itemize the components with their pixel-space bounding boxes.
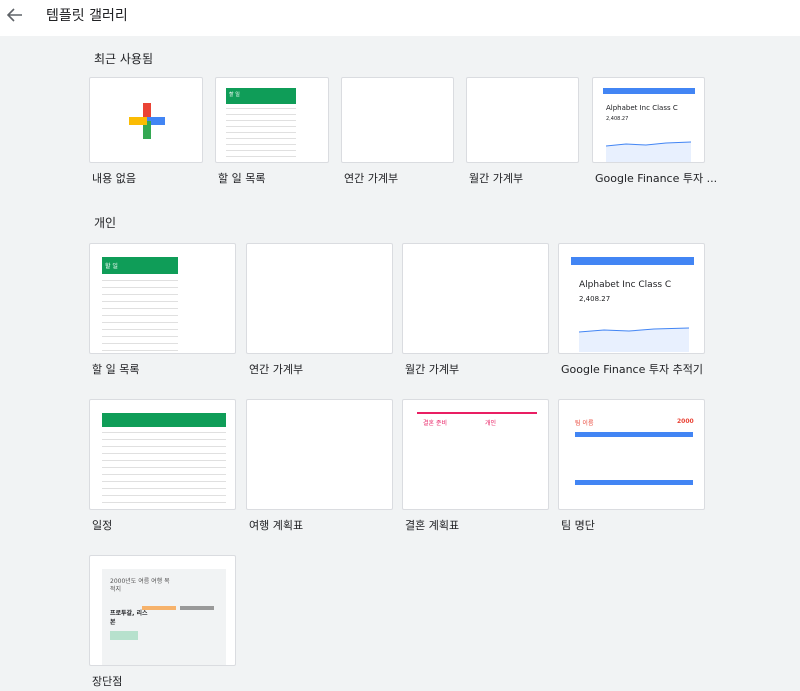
plus-icon: [129, 103, 165, 139]
top-bar: 템플릿 갤러리: [0, 0, 800, 36]
template-label: 연간 가계부: [249, 363, 304, 376]
wedding-thumb-left: 결혼 준비: [423, 420, 447, 427]
template-label: 내용 없음: [92, 172, 136, 185]
team-thumb-title: 팀 이름: [575, 420, 594, 427]
team-thumb-year: 2000: [677, 418, 694, 425]
back-arrow-icon[interactable]: [4, 5, 26, 25]
todo-thumb-title: 할 일: [105, 263, 118, 270]
template-card-travel-planner[interactable]: [246, 399, 393, 510]
todo-thumb-title: 할 일: [229, 92, 240, 98]
template-label: 할 일 목록: [218, 172, 266, 185]
template-label: Google Finance 투자 추적기: [561, 363, 703, 376]
section-recent-heading: 최근 사용됨: [94, 52, 154, 66]
template-card-annual-budget[interactable]: [246, 243, 393, 354]
proscons-thumb-title: 2000년도 여름 여행 목적지: [110, 578, 170, 593]
proscons-thumb-a: 프로투갈, 리스본: [110, 610, 148, 626]
template-card-finance[interactable]: Alphabet Inc Class C 2,408.27: [592, 77, 705, 163]
template-card-todo[interactable]: 할 일: [89, 243, 236, 354]
finance-thumb-name: Alphabet Inc Class C: [579, 280, 672, 290]
template-card-team-roster[interactable]: 팀 이름 2000: [558, 399, 705, 510]
template-card-wedding-planner[interactable]: 결혼 준비 개인: [402, 399, 549, 510]
finance-thumb-price: 2,408.27: [606, 116, 629, 122]
page-title: 템플릿 갤러리: [46, 8, 128, 24]
template-card-monthly-budget[interactable]: [402, 243, 549, 354]
section-personal-heading: 개인: [94, 216, 117, 230]
template-card-todo[interactable]: 할 일: [215, 77, 329, 163]
template-label: 월간 가계부: [469, 172, 524, 185]
todo-header: 할 일: [226, 88, 296, 104]
template-card-monthly-budget[interactable]: [466, 77, 579, 163]
template-label: 월간 가계부: [405, 363, 460, 376]
wedding-thumb-right: 개인: [485, 420, 497, 427]
template-label: 할 일 목록: [92, 363, 140, 376]
template-label: 연간 가계부: [344, 172, 399, 185]
template-card-finance[interactable]: Alphabet Inc Class C 2,408.27: [558, 243, 705, 354]
template-label: 팀 명단: [561, 519, 595, 532]
template-label: Google Finance 투자 ...: [595, 172, 718, 185]
template-card-blank[interactable]: [89, 77, 203, 163]
finance-thumb-price: 2,408.27: [579, 295, 611, 303]
template-label: 여행 계획표: [249, 519, 304, 532]
template-label: 일정: [92, 519, 113, 532]
template-label: 장단점: [92, 675, 123, 688]
finance-thumb-name: Alphabet Inc Class C: [606, 104, 678, 112]
template-card-schedule[interactable]: [89, 399, 236, 510]
template-card-annual-budget[interactable]: [341, 77, 454, 163]
template-card-pros-cons[interactable]: 2000년도 여름 여행 목적지 프로투갈, 리스본: [89, 555, 236, 666]
template-label: 결혼 계획표: [405, 519, 460, 532]
